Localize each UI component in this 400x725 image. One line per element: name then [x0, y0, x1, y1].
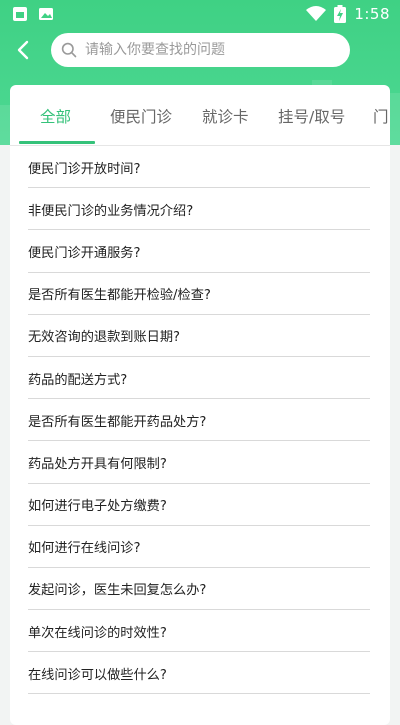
list-item[interactable]: 便民门诊开放时间? — [10, 146, 390, 189]
battery-charging-icon — [334, 5, 347, 23]
tab-all[interactable]: 全部 — [40, 85, 71, 145]
faq-card: 全部 便民门诊 就诊卡 挂号/取号 门 便民门诊开放时间? 非便民门诊的业务情况… — [10, 85, 390, 725]
category-tabs: 全部 便民门诊 就诊卡 挂号/取号 门 — [10, 85, 390, 146]
list-item[interactable]: 单次在线问诊的时效性? — [10, 610, 390, 653]
list-item[interactable]: 在线问诊可以做些什么? — [10, 652, 390, 695]
tab-medical-card[interactable]: 就诊卡 — [202, 85, 249, 145]
back-button[interactable] — [12, 38, 36, 62]
search-icon — [61, 42, 77, 58]
list-item[interactable]: 是否所有医生都能开药品处方? — [10, 399, 390, 442]
status-bar: 1:58 — [0, 0, 400, 28]
image-notification-icon — [39, 8, 53, 20]
chevron-left-icon — [17, 40, 29, 60]
tab-convenience-clinic[interactable]: 便民门诊 — [110, 85, 172, 145]
search-input[interactable] — [83, 41, 327, 59]
search-bar[interactable] — [51, 33, 350, 67]
list-item[interactable]: 药品的配送方式? — [10, 357, 390, 400]
wifi-icon — [306, 6, 327, 21]
list-item[interactable]: 药品处方开具有何限制? — [10, 441, 390, 484]
tab-registration[interactable]: 挂号/取号 — [278, 85, 345, 145]
list-item[interactable]: 是否所有医生都能开检验/检查? — [10, 273, 390, 315]
active-tab-indicator — [19, 141, 95, 144]
list-item[interactable]: 如何进行在线问诊? — [10, 526, 390, 569]
status-time: 1:58 — [354, 5, 390, 23]
list-item[interactable]: 如何进行电子处方缴费? — [10, 484, 390, 526]
notification-square-icon — [13, 7, 27, 21]
list-item[interactable]: 无效咨询的退款到账日期? — [10, 315, 390, 358]
tab-more-partial[interactable]: 门 — [373, 85, 389, 145]
list-item[interactable]: 非便民门诊的业务情况介绍? — [10, 188, 390, 231]
list-item[interactable]: 便民门诊开通服务? — [10, 230, 390, 273]
question-list: 便民门诊开放时间? 非便民门诊的业务情况介绍? 便民门诊开通服务? 是否所有医生… — [10, 146, 390, 695]
list-item[interactable]: 发起问诊，医生未回复怎么办? — [10, 568, 390, 611]
